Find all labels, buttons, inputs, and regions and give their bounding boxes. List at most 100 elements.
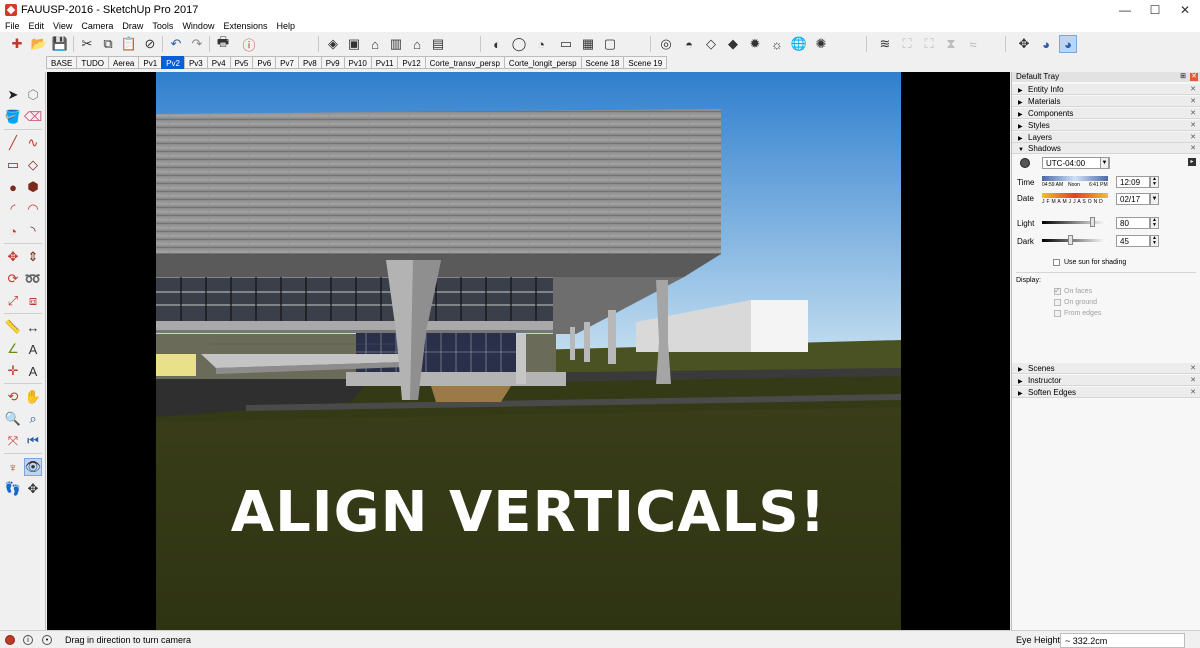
sandbox-detail-icon[interactable]: ≈ [964, 35, 982, 53]
scene-tab-pv1[interactable]: Pv1 [138, 56, 163, 69]
light-slider-thumb[interactable] [1090, 217, 1096, 227]
iso-view-icon[interactable]: ◈ [324, 35, 342, 53]
menu-view[interactable]: View [53, 21, 72, 31]
paint-bucket-icon[interactable]: 🪣 [4, 108, 22, 126]
panel-close-icon[interactable]: ✕ [1190, 387, 1196, 398]
pie-icon[interactable]: ◔ [4, 222, 22, 240]
photo-match-icon[interactable]: ✹ [746, 35, 764, 53]
panel-scenes[interactable]: ▶ Scenes ✕ [1012, 363, 1200, 374]
panel-styles[interactable]: ▶ Styles ✕ [1012, 120, 1200, 131]
scene-tab-pv3[interactable]: Pv3 [183, 56, 208, 69]
scene-tab-pv11[interactable]: Pv11 [370, 56, 399, 69]
two-point-arc-icon[interactable]: ◠ [24, 200, 42, 218]
dark-input[interactable]: 45 [1116, 235, 1150, 247]
on-ground-checkbox[interactable] [1054, 299, 1061, 306]
print-icon[interactable]: 🖶 [214, 34, 232, 53]
scene-tab-corte-longit-persp[interactable]: Corte_longit_persp [503, 56, 582, 69]
sandbox-drape-icon[interactable]: ⧗ [942, 35, 960, 53]
scene-tab-pv6[interactable]: Pv6 [252, 56, 277, 69]
move-icon[interactable]: ✥ [4, 248, 22, 266]
rotate-icon[interactable]: ⟳ [4, 270, 22, 288]
details-toggle-icon[interactable]: ▸ [1188, 158, 1196, 166]
back-view-icon[interactable]: ⌂ [408, 35, 426, 53]
look-around-icon[interactable]: ◕ [1037, 35, 1055, 53]
panel-close-icon[interactable]: ✕ [1190, 375, 1196, 386]
menu-camera[interactable]: Camera [81, 21, 113, 31]
model-info-icon[interactable]: ⓘ [240, 35, 258, 53]
walk-tool-icon[interactable]: 👣 [4, 480, 22, 498]
scene-tab-pv8[interactable]: Pv8 [297, 56, 322, 69]
scene-tab-corte-transv-persp[interactable]: Corte_transv_persp [424, 56, 505, 69]
measurements-input[interactable]: ~ 332.2cm [1060, 633, 1185, 648]
geo-location-icon[interactable]: ◎ [657, 35, 675, 53]
time-slider[interactable] [1042, 176, 1108, 181]
offset-icon[interactable]: ⧈ [24, 292, 42, 310]
text-icon[interactable]: A [24, 340, 42, 358]
dark-slider-thumb[interactable] [1067, 235, 1073, 245]
panel-close-icon[interactable]: ✕ [1190, 84, 1196, 95]
top-view-icon[interactable]: ▣ [345, 35, 363, 53]
menu-tools[interactable]: Tools [152, 21, 173, 31]
zoom-extents-icon[interactable]: ⤧ [4, 432, 22, 450]
shadow-toggle-icon[interactable] [1020, 158, 1030, 168]
arc-icon[interactable]: ◜ [4, 200, 22, 218]
scene-tab-scene-19[interactable]: Scene 19 [623, 56, 668, 69]
orbit-icon[interactable]: ⟲ [4, 388, 22, 406]
scene-tab-pv9[interactable]: Pv9 [320, 56, 345, 69]
follow-me-icon[interactable]: ➿ [24, 270, 42, 288]
zoom-window-icon[interactable]: ⌕ [24, 410, 42, 428]
3d-text-icon[interactable]: A [24, 362, 42, 380]
date-input[interactable]: 02/17 [1116, 193, 1150, 205]
rotated-rectangle-icon[interactable]: ◇ [24, 156, 42, 174]
xray-style-icon[interactable]: ◐ [488, 35, 506, 53]
open-icon[interactable]: 📂 [30, 35, 48, 53]
scene-tab-base[interactable]: BASE [46, 56, 78, 69]
new-model-icon[interactable]: ✚ [8, 35, 26, 53]
position-camera-tool-icon[interactable]: ♆ [4, 458, 22, 476]
three-point-arc-icon[interactable]: ◝ [24, 222, 42, 240]
shaded-style-icon[interactable]: ▭ [557, 35, 575, 53]
scene-tab-pv2[interactable]: Pv2 [161, 56, 185, 69]
credits-info-icon[interactable]: i [23, 635, 33, 645]
right-view-icon[interactable]: ▥ [387, 35, 405, 53]
panel-close-icon[interactable]: ✕ [1190, 120, 1196, 131]
panel-soften-edges[interactable]: ▶ Soften Edges ✕ [1012, 387, 1200, 398]
menu-window[interactable]: Window [182, 21, 214, 31]
light-spinner[interactable]: ▲ ▼ [1150, 217, 1159, 229]
polygon-icon[interactable]: ⬢ [24, 178, 42, 196]
save-icon[interactable]: 💾 [51, 35, 69, 53]
panel-entity-info[interactable]: ▶ Entity Info ✕ [1012, 84, 1200, 95]
scene-tab-tudo[interactable]: TUDO [76, 56, 110, 69]
use-sun-checkbox[interactable] [1053, 259, 1060, 266]
tray-pin-icon[interactable]: ⊞ [1180, 72, 1186, 82]
textured-style-icon[interactable]: ▦ [579, 35, 597, 53]
time-input[interactable]: 12:09 [1116, 176, 1150, 188]
panel-close-icon[interactable]: ✕ [1190, 143, 1196, 154]
sun-icon[interactable]: ☼ [768, 35, 786, 53]
on-faces-checkbox[interactable] [1054, 286, 1061, 295]
dimension-icon[interactable]: ↔ [24, 318, 42, 336]
protractor-icon[interactable]: ∠ [4, 340, 22, 358]
eraser-icon[interactable]: ⌫ [24, 108, 42, 126]
geo-location-status-icon[interactable] [5, 635, 15, 645]
panel-shadows[interactable]: ▼ Shadows ✕ [1012, 143, 1200, 154]
panel-instructor[interactable]: ▶ Instructor ✕ [1012, 375, 1200, 386]
panel-close-icon[interactable]: ✕ [1190, 96, 1196, 107]
scale-icon[interactable]: ⤢ [4, 292, 22, 310]
sandbox-stamp-icon[interactable]: ⛶ [920, 35, 938, 53]
hidden-line-style-icon[interactable]: ◔ [532, 35, 550, 53]
scene-tab-pv10[interactable]: Pv10 [343, 56, 372, 69]
panel-components[interactable]: ▶ Components ✕ [1012, 108, 1200, 119]
drawing-viewport[interactable]: ALIGN VERTICALS! [47, 72, 1010, 630]
axes-icon[interactable]: ✛ [4, 362, 22, 380]
push-pull-icon[interactable]: ⇕ [24, 248, 42, 266]
circle-icon[interactable]: ● [4, 178, 22, 196]
left-view-icon[interactable]: ▤ [429, 35, 447, 53]
from-edges-checkbox[interactable] [1054, 310, 1061, 317]
globe-icon[interactable]: 🌐 [790, 35, 808, 53]
menu-draw[interactable]: Draw [122, 21, 143, 31]
erase-icon[interactable]: ⊘ [141, 35, 159, 53]
dark-spinner[interactable]: ▲ ▼ [1150, 235, 1159, 247]
panel-close-icon[interactable]: ✕ [1190, 108, 1196, 119]
panel-materials[interactable]: ▶ Materials ✕ [1012, 96, 1200, 107]
